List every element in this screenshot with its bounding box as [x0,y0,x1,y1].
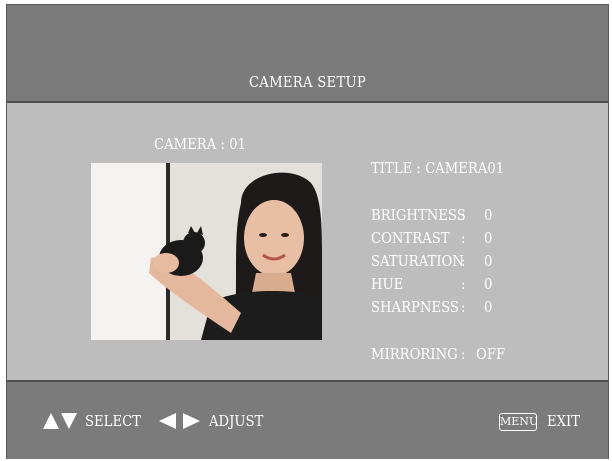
camera-number-label: CAMERA : 01 [154,135,246,153]
footer-bar: SELECT ADJUST MENU EXIT [7,380,608,459]
contrast-colon: : [461,229,466,247]
sharpness-label: SHARPNESS [371,298,459,316]
sharpness-value: 0 [484,298,493,316]
adjust-hint-label: ADJUST [209,412,264,430]
camera-preview-image [91,163,322,340]
mirroring-label: MIRRORING [371,345,458,363]
contrast-value: 0 [484,229,493,247]
brightness-label: BRIGHTNESS [371,206,466,224]
sharpness-colon: : [461,298,466,316]
osd-screen: CAMERA SETUP CAMERA : 01 TITLE: CAMERA0… [6,4,609,459]
brightness-value: 0 [484,206,493,224]
header-bar: CAMERA SETUP [7,5,608,103]
mirroring-colon: : [461,345,466,363]
saturation-colon: : [461,252,466,270]
saturation-value: 0 [484,252,493,270]
page-title: CAMERA SETUP [248,73,367,91]
hue-label: HUE [371,275,404,293]
hue-colon: : [461,275,466,293]
up-down-arrows-icon [43,413,77,429]
left-right-arrows-icon [159,413,200,429]
camera-title-setting[interactable]: TITLE : CAMERA01 [371,159,504,177]
menu-key-icon: MENU [499,413,538,431]
exit-hint-label: EXIT [547,412,581,430]
settings-panel: CAMERA : 01 TITLE: CAMERA01 BRIGHTNESS … [7,103,608,380]
select-hint-label: SELECT [85,412,141,430]
brightness-colon: : [461,206,466,224]
hue-value: 0 [484,275,493,293]
saturation-label: SATURATION [371,252,464,270]
mirroring-value: OFF [476,345,506,363]
contrast-label: CONTRAST [371,229,450,247]
